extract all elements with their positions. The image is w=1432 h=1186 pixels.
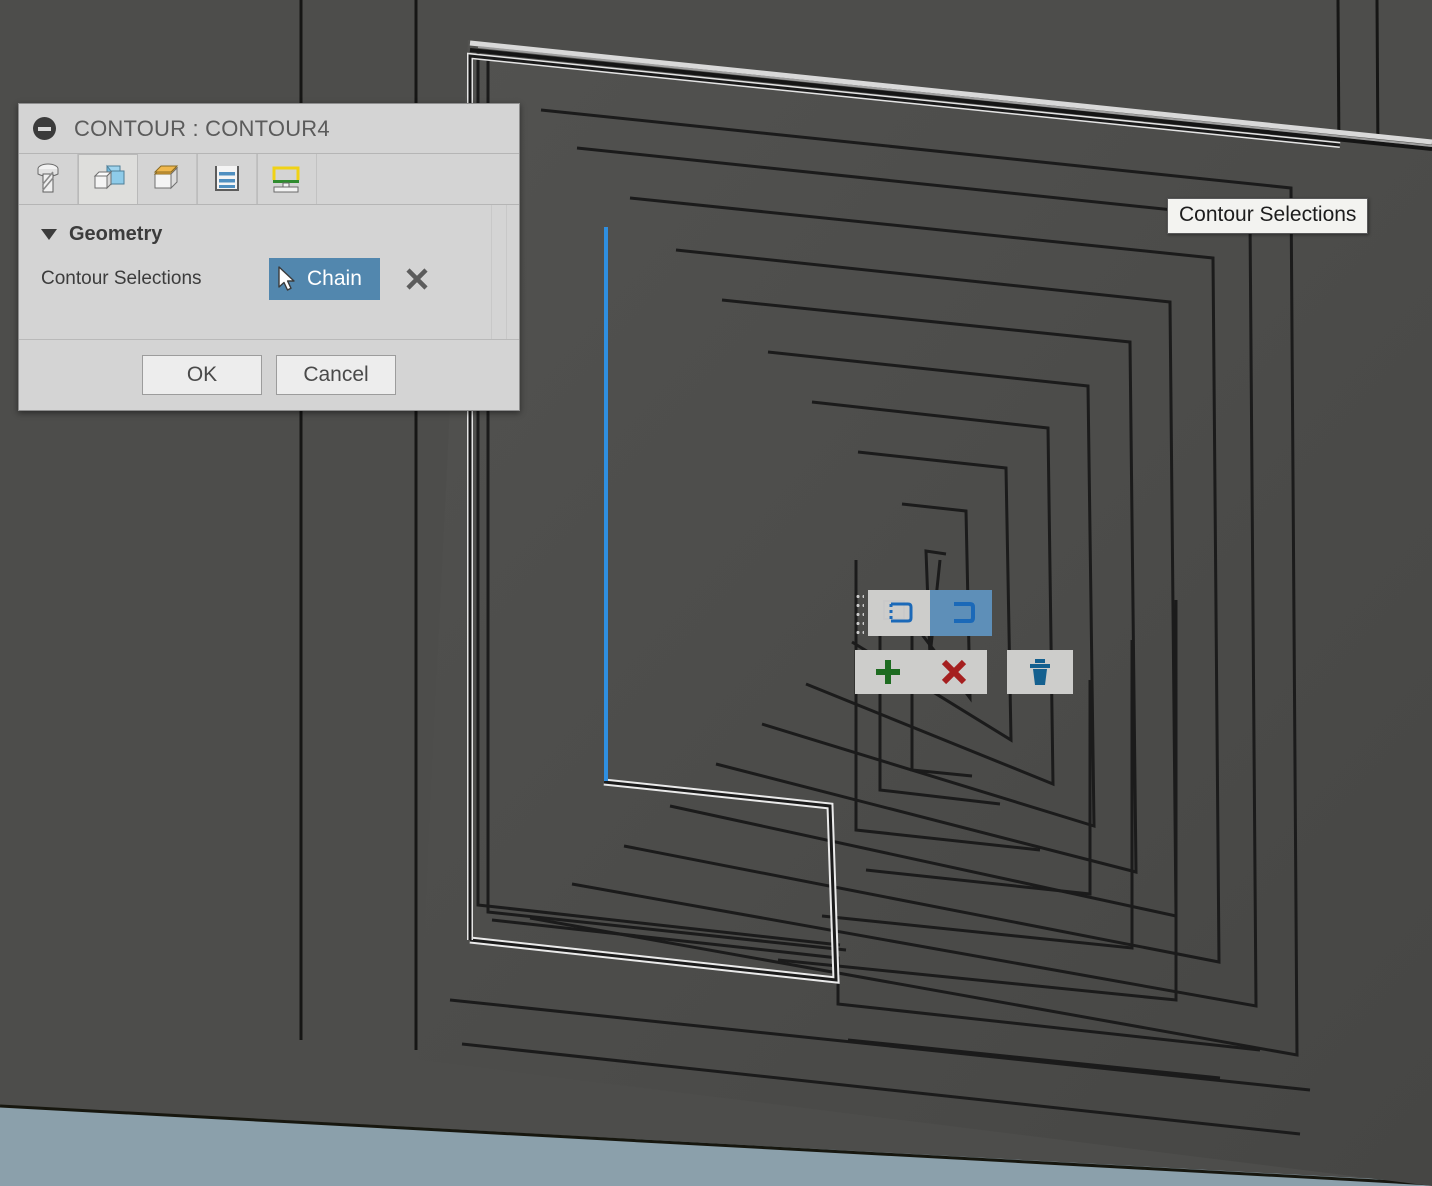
- open-contour-toggle[interactable]: [930, 590, 992, 636]
- contour-selections-label: Contour Selections: [41, 268, 202, 289]
- contour-selections-tooltip: Contour Selections: [1167, 198, 1369, 234]
- remove-selection-button[interactable]: [921, 650, 987, 694]
- floating-toolbar-action-row: [855, 650, 1073, 694]
- geometry-group-header[interactable]: Geometry: [19, 217, 519, 246]
- geometry-tab[interactable]: [78, 154, 138, 204]
- passes-tab[interactable]: [198, 154, 257, 204]
- endmill-tool-icon: [37, 163, 59, 193]
- toolbar-gap: [987, 672, 1007, 673]
- passes-icon: [215, 166, 239, 191]
- ok-button[interactable]: OK: [142, 355, 262, 395]
- cancel-button[interactable]: Cancel: [276, 355, 396, 395]
- contour-selections-row: Contour Selections Chain: [19, 246, 519, 300]
- geometry-group-label: Geometry: [69, 223, 163, 245]
- closed-contour-icon: [883, 600, 913, 623]
- open-contour-icon: [954, 602, 975, 623]
- mouse-pointer-icon: [278, 266, 295, 291]
- drag-dots-icon[interactable]: [855, 590, 864, 636]
- close-x-icon[interactable]: [400, 262, 434, 296]
- dialog-tab-bar[interactable]: [19, 154, 519, 205]
- red-x-icon: [941, 659, 967, 685]
- geometry-cubes-icon: [93, 164, 125, 189]
- closed-contour-toggle[interactable]: [868, 590, 930, 636]
- contour-dialog[interactable]: CONTOUR : CONTOUR4 Geometry Contour Sele…: [18, 103, 520, 411]
- chain-selection-chip[interactable]: Chain: [269, 258, 380, 300]
- dialog-footer: OK Cancel: [19, 340, 519, 410]
- dialog-title: CONTOUR : CONTOUR4: [74, 115, 330, 141]
- dialog-title-bar[interactable]: CONTOUR : CONTOUR4: [19, 104, 519, 154]
- trash-icon: [1030, 659, 1050, 685]
- caret-down-icon[interactable]: [41, 229, 57, 240]
- add-selection-button[interactable]: [855, 650, 921, 694]
- minus-circle-icon[interactable]: [33, 117, 56, 140]
- dialog-body: Geometry Contour Selections Chain: [19, 205, 519, 340]
- heights-box-icon: [153, 165, 179, 190]
- linking-icon: [272, 166, 300, 193]
- selection-floating-toolbar[interactable]: [855, 590, 1073, 694]
- floating-toolbar-toggle-row: [855, 590, 1073, 636]
- tab-bar-spacer: [317, 154, 519, 204]
- tooltip-text: Contour Selections: [1179, 203, 1357, 226]
- close-x-glyph: [406, 268, 428, 290]
- linking-tab[interactable]: [258, 154, 317, 204]
- tool-tab[interactable]: [19, 154, 78, 204]
- chain-selection-value: Chain: [307, 267, 362, 290]
- delete-selection-button[interactable]: [1007, 650, 1073, 694]
- plus-icon: [876, 660, 900, 684]
- heights-tab[interactable]: [138, 154, 197, 204]
